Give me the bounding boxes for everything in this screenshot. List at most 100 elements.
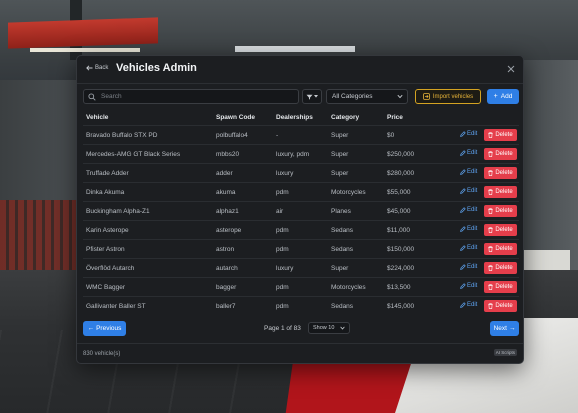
cell-vehicle: Karin Asterope — [86, 227, 129, 234]
cell-category: Super — [331, 151, 349, 158]
edit-button[interactable]: Edit — [460, 226, 477, 232]
cell-dealerships: luxury — [276, 265, 294, 272]
edit-button[interactable]: Edit — [460, 264, 477, 270]
pencil-icon — [460, 188, 466, 194]
ceiling-light — [30, 48, 140, 52]
plus-icon: + — [493, 93, 498, 100]
cell-price: $45,000 — [387, 208, 411, 215]
trash-icon — [488, 284, 494, 290]
delete-button[interactable]: Delete — [484, 224, 517, 236]
previous-button[interactable]: ← Previous — [83, 321, 126, 336]
filter-icon — [306, 94, 313, 100]
delete-label: Delete — [495, 303, 513, 309]
delete-button[interactable]: Delete — [484, 300, 517, 312]
cell-dealerships: air — [276, 208, 284, 215]
delete-button[interactable]: Delete — [484, 205, 517, 217]
cell-category: Sedans — [331, 303, 354, 310]
cell-category: Planes — [331, 208, 351, 215]
cell-spawn-code: autarch — [216, 265, 238, 272]
delete-button[interactable]: Delete — [484, 281, 517, 293]
trash-icon — [488, 265, 494, 271]
red-light-fixture — [8, 17, 158, 49]
pencil-icon — [460, 302, 466, 308]
edit-button[interactable]: Edit — [460, 131, 477, 137]
delete-label: Delete — [495, 189, 513, 195]
cell-vehicle: Dinka Akuma — [86, 189, 125, 196]
delete-label: Delete — [495, 284, 513, 290]
delete-label: Delete — [495, 246, 513, 252]
column-header-price: Price — [387, 114, 403, 121]
close-icon — [507, 65, 515, 73]
category-selected: All Categories — [332, 93, 373, 100]
page-size-selected: Show 10 — [313, 325, 335, 331]
edit-label: Edit — [467, 264, 478, 270]
edit-button[interactable]: Edit — [460, 150, 477, 156]
cell-vehicle: Mercedes-AMG GT Black Series — [86, 151, 181, 158]
cell-vehicle: Buckingham Alpha-Z1 — [86, 208, 150, 215]
scripts-badge: AI Scripts — [493, 349, 517, 356]
table-row: Buckingham Alpha-Z1 alphaz1 air Planes $45,0… — [83, 201, 519, 220]
delete-button[interactable]: Delete — [484, 262, 517, 274]
cell-vehicle: Truffade Adder — [86, 170, 129, 177]
add-button[interactable]: + Add — [487, 89, 519, 104]
toolbar: All Categories Import vehicles + Add — [83, 89, 519, 105]
shelf — [0, 200, 78, 280]
table-row: Truffade Adder adder luxury Super $280,000 Ed… — [83, 163, 519, 182]
edit-button[interactable]: Edit — [460, 245, 477, 251]
edit-button[interactable]: Edit — [460, 283, 477, 289]
import-vehicles-button[interactable]: Import vehicles — [415, 89, 481, 104]
edit-button[interactable]: Edit — [460, 188, 477, 194]
trash-icon — [488, 303, 494, 309]
cell-dealerships: pdm — [276, 284, 289, 291]
pagination: ← Previous Page 1 of 83 Show 10 Next → — [83, 321, 519, 337]
pencil-icon — [460, 131, 466, 137]
cell-vehicle: Pfister Astron — [86, 246, 125, 253]
edit-button[interactable]: Edit — [460, 302, 477, 308]
cell-price: $224,000 — [387, 265, 415, 272]
edit-label: Edit — [467, 150, 478, 156]
modal-header: Back Vehicles Admin — [77, 56, 523, 84]
category-select[interactable]: All Categories — [326, 89, 408, 104]
delete-label: Delete — [495, 265, 513, 271]
cell-dealerships: pdm — [276, 246, 289, 253]
cell-spawn-code: polbuffalo4 — [216, 132, 248, 139]
cell-price: $11,000 — [387, 227, 411, 234]
delete-label: Delete — [495, 151, 513, 157]
close-button[interactable] — [505, 62, 517, 74]
cell-category: Sedans — [331, 246, 354, 253]
delete-button[interactable]: Delete — [484, 129, 517, 141]
search-input[interactable] — [101, 90, 296, 103]
edit-button[interactable]: Edit — [460, 169, 477, 175]
cell-spawn-code: astron — [216, 246, 235, 253]
back-label: Back — [95, 65, 109, 71]
delete-button[interactable]: Delete — [484, 186, 517, 198]
cell-dealerships: pdm — [276, 303, 289, 310]
delete-button[interactable]: Delete — [484, 243, 517, 255]
pencil-icon — [460, 264, 466, 270]
cell-price: $150,000 — [387, 246, 415, 253]
next-button[interactable]: Next → — [490, 321, 519, 336]
edit-button[interactable]: Edit — [460, 207, 477, 213]
arrow-left-icon — [86, 65, 93, 71]
filter-button[interactable] — [302, 89, 322, 104]
delete-button[interactable]: Delete — [484, 167, 517, 179]
cell-spawn-code: alphaz1 — [216, 208, 239, 215]
pencil-icon — [460, 169, 466, 175]
cell-dealerships: luxury — [276, 170, 294, 177]
column-header-category: Category — [331, 114, 360, 121]
page-size-select[interactable]: Show 10 — [308, 322, 350, 334]
trash-icon — [488, 189, 494, 195]
delete-label: Delete — [495, 227, 513, 233]
back-button[interactable]: Back — [86, 65, 108, 71]
trash-icon — [488, 246, 494, 252]
cell-price: $145,000 — [387, 303, 415, 310]
table-row: Mercedes-AMG GT Black Series mbbs20 luxury… — [83, 144, 519, 163]
cell-dealerships: pdm — [276, 189, 289, 196]
delete-label: Delete — [495, 132, 513, 138]
cell-price: $13,500 — [387, 284, 411, 291]
pencil-icon — [460, 150, 466, 156]
delete-button[interactable]: Delete — [484, 148, 517, 160]
edit-label: Edit — [467, 226, 478, 232]
cell-category: Super — [331, 170, 349, 177]
cell-vehicle: WMC Bagger — [86, 284, 126, 291]
